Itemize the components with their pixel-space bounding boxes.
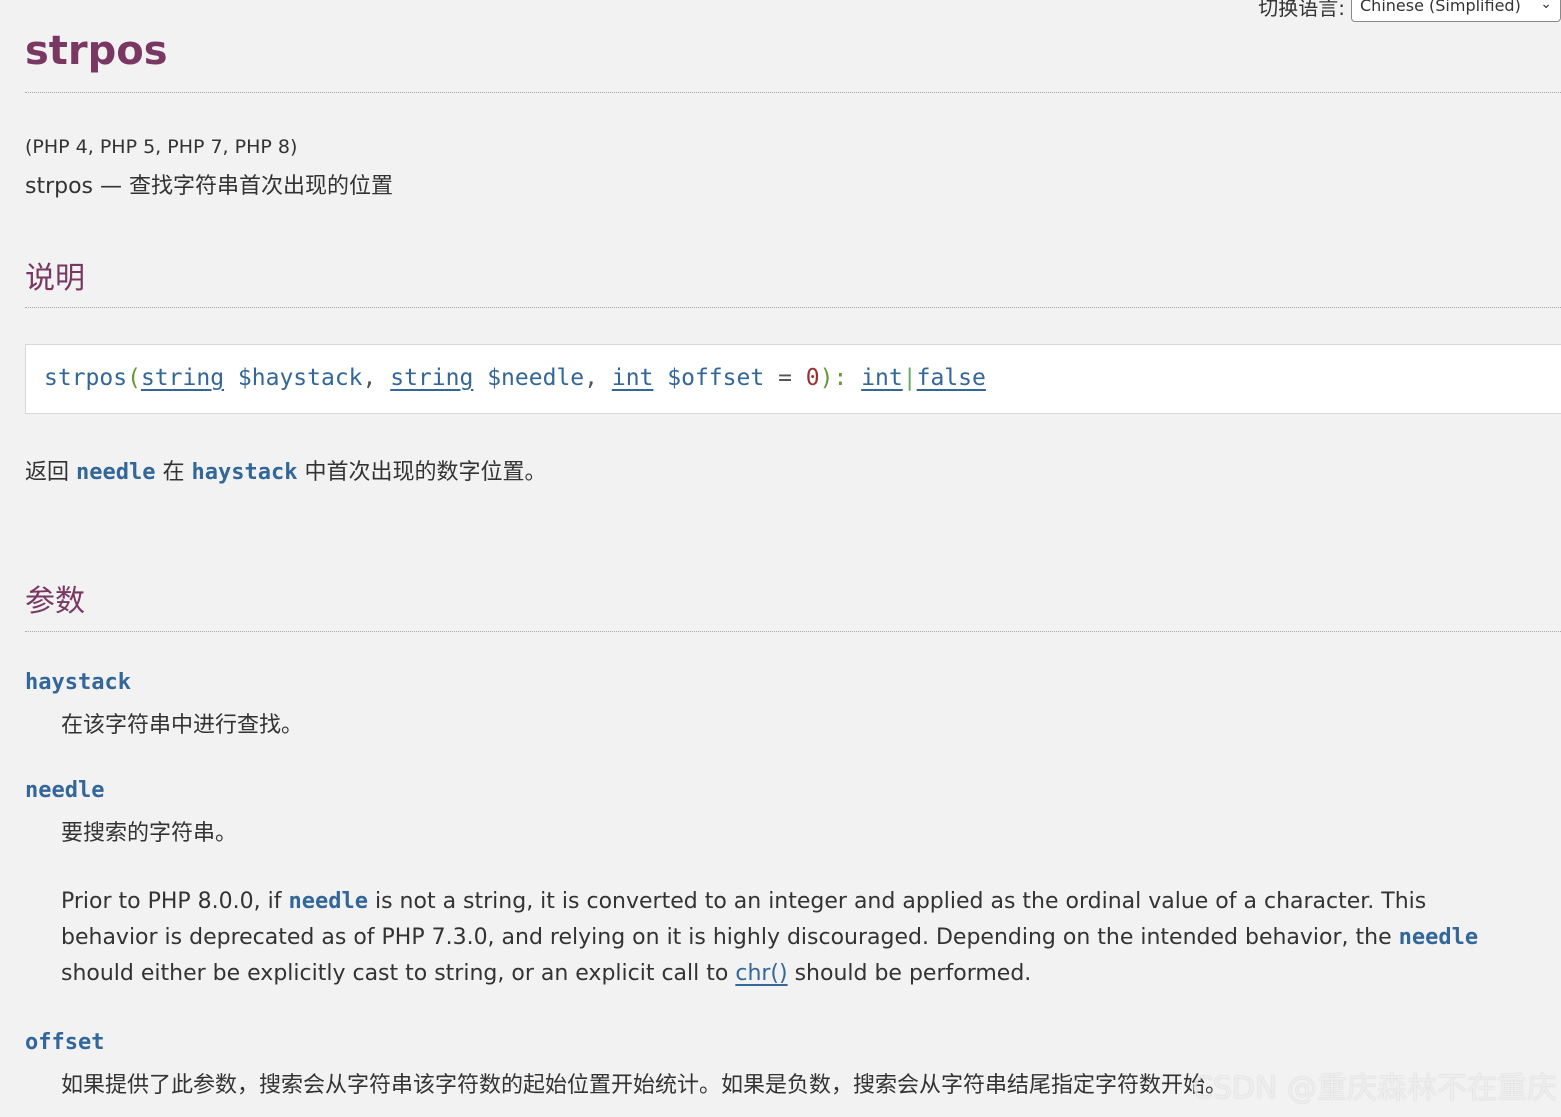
return-desc-pre: 返回 bbox=[25, 460, 76, 485]
note-code-needle-1: needle bbox=[288, 889, 368, 914]
section-heading-description: 说明 bbox=[25, 261, 85, 296]
type-link-string-1[interactable]: string bbox=[141, 365, 224, 391]
type-link-string-2[interactable]: string bbox=[390, 365, 473, 391]
param-needle: $needle bbox=[487, 365, 585, 391]
page-title: strpos bbox=[25, 28, 168, 74]
note-text-3: should either be explicitly cast to stri… bbox=[61, 961, 736, 986]
param-term-offset: offset bbox=[25, 1030, 105, 1055]
note-text-1: Prior to PHP 8.0.0, if bbox=[61, 889, 289, 914]
param-desc-haystack: 在该字符串中进行查找。 bbox=[61, 713, 304, 738]
php-manual-page: 切换语言: Chinese (Simplified) ⌄ strpos (PHP… bbox=[0, 0, 1561, 1117]
param-desc-offset: 如果提供了此参数，搜索会从字符串该字符数的起始位置开始统计。如果是负数，搜索会从… bbox=[61, 1073, 1228, 1098]
param-term-needle: needle bbox=[25, 778, 105, 803]
ref-purpose: strpos — 查找字符串首次出现的位置 bbox=[25, 174, 394, 199]
chevron-down-icon: ⌄ bbox=[1540, 0, 1552, 12]
method-synopsis: strpos(string $haystack, string $needle,… bbox=[25, 344, 1561, 414]
param-desc-needle: 要搜索的字符串。 bbox=[61, 821, 238, 846]
parameters-divider bbox=[25, 631, 1561, 632]
param-ref-haystack: haystack bbox=[191, 460, 298, 485]
return-description: 返回 needle 在 haystack 中首次出现的数字位置。 bbox=[25, 454, 546, 486]
comma-1: , bbox=[362, 365, 377, 391]
open-paren: ( bbox=[127, 365, 141, 391]
language-select-value: Chinese (Simplified) bbox=[1360, 0, 1521, 15]
param-default: 0 bbox=[805, 365, 820, 391]
param-term-haystack: haystack bbox=[25, 670, 131, 695]
description-divider bbox=[25, 307, 1561, 308]
note-code-needle-2: needle bbox=[1398, 925, 1479, 950]
close-paren: ): bbox=[819, 365, 848, 391]
union-bar: | bbox=[902, 365, 917, 391]
needle-note: Prior to PHP 8.0.0, if needle is not a s… bbox=[61, 884, 1521, 992]
function-name: strpos bbox=[44, 365, 128, 391]
language-select[interactable]: Chinese (Simplified) ⌄ bbox=[1351, 0, 1561, 22]
csdn-watermark: CSDN @重庆森林不在重庆 bbox=[1191, 1071, 1557, 1106]
language-switcher: 切换语言: Chinese (Simplified) ⌄ bbox=[1258, 0, 1561, 22]
type-link-int-1[interactable]: int bbox=[612, 365, 654, 391]
version-info: (PHP 4, PHP 5, PHP 7, PHP 8) bbox=[25, 136, 298, 158]
chr-function-link[interactable]: chr() bbox=[735, 961, 787, 986]
comma-2: , bbox=[584, 365, 598, 391]
type-link-false[interactable]: false bbox=[917, 365, 986, 391]
language-switcher-label: 切换语言: bbox=[1258, 0, 1345, 20]
note-text-4: should be performed. bbox=[787, 961, 1032, 986]
equals-sign: = bbox=[778, 365, 792, 391]
return-desc-post: 中首次出现的数字位置。 bbox=[297, 460, 547, 485]
type-link-int-return[interactable]: int bbox=[861, 365, 903, 391]
param-offset: $offset bbox=[667, 365, 765, 391]
title-divider bbox=[25, 92, 1561, 93]
param-ref-needle: needle bbox=[76, 460, 156, 485]
param-haystack: $haystack bbox=[237, 365, 363, 391]
section-heading-parameters: 参数 bbox=[25, 584, 85, 619]
return-desc-mid: 在 bbox=[155, 460, 192, 485]
